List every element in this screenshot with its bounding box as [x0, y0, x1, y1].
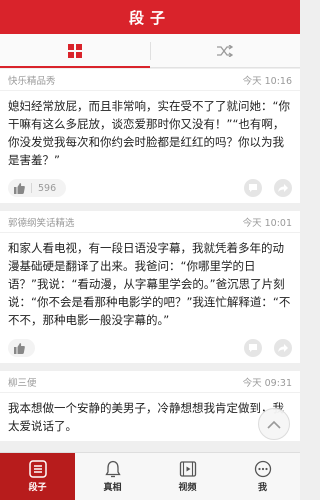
- bottom-nav: 段子 真相 视频 我: [0, 452, 300, 500]
- scroll-top-button[interactable]: [258, 408, 290, 440]
- list-icon: [28, 460, 47, 478]
- shuffle-icon: [217, 44, 233, 57]
- post-tools: [244, 179, 292, 197]
- post-tools: [244, 339, 292, 357]
- like-button[interactable]: 596: [8, 179, 67, 197]
- post-time: 今天 09:31: [242, 377, 292, 389]
- post-header: 柳三便 今天 09:31: [0, 371, 300, 393]
- post-author[interactable]: 柳三便: [8, 375, 37, 389]
- post-header: 快乐精品秀 今天 10:16: [0, 69, 300, 91]
- thumbs-up-icon: [14, 342, 25, 354]
- more-icon: [254, 460, 271, 478]
- nav-label: 段子: [28, 483, 47, 493]
- comment-button[interactable]: [244, 179, 262, 197]
- film-icon: [179, 461, 196, 477]
- post-card: 柳三便 今天 09:31 我本想做一个安静的美男子，冷静想想我肯定做到，我太爱说…: [0, 371, 300, 441]
- post-actions: 596: [0, 175, 300, 203]
- nav-item-jokes[interactable]: 段子: [0, 453, 75, 500]
- nav-label: 视频: [178, 483, 197, 493]
- like-button[interactable]: [8, 339, 35, 357]
- share-button[interactable]: [274, 179, 292, 197]
- view-tabs: [0, 34, 300, 68]
- chevron-up-icon: [267, 420, 281, 429]
- nav-label: 我: [257, 483, 267, 493]
- tab-grid[interactable]: [0, 34, 150, 68]
- post-text[interactable]: 媳妇经常放屁，而且非常响，实在受不了了就问她：“你干嘛有这么多屁放，谈恋爱那时你…: [0, 91, 300, 175]
- post-feed[interactable]: 快乐精品秀 今天 10:16 媳妇经常放屁，而且非常响，实在受不了了就问她：“你…: [0, 69, 300, 452]
- post-card: 快乐精品秀 今天 10:16 媳妇经常放屁，而且非常响，实在受不了了就问她：“你…: [0, 69, 300, 203]
- share-button[interactable]: [274, 339, 292, 357]
- post-author[interactable]: 郭德纲笑话精选: [8, 215, 75, 229]
- post-author[interactable]: 快乐精品秀: [8, 73, 56, 87]
- like-count: 596: [38, 182, 57, 194]
- comment-button[interactable]: [244, 339, 262, 357]
- like-separator: [31, 183, 32, 193]
- tab-shuffle[interactable]: [150, 34, 300, 67]
- post-header: 郭德纲笑话精选 今天 10:01: [0, 211, 300, 233]
- post-text[interactable]: 我本想做一个安静的美男子，冷静想想我肯定做到，我太爱说话了。: [0, 393, 300, 441]
- app-header: 段子: [0, 0, 300, 34]
- grid-icon: [68, 43, 82, 58]
- page-title: 段子: [128, 8, 171, 27]
- nav-item-me[interactable]: 我: [225, 453, 300, 500]
- nav-item-truth[interactable]: 真相: [75, 453, 150, 500]
- post-text[interactable]: 和家人看电视，有一段日语没字幕，我就凭着多年的动漫基础硬是翻译了出来。我爸问：“…: [0, 233, 300, 335]
- share-icon: [278, 184, 288, 192]
- bell-icon: [104, 460, 121, 478]
- post-time: 今天 10:16: [242, 75, 292, 87]
- post-actions: [0, 335, 300, 363]
- comment-icon: [249, 344, 257, 352]
- thumbs-up-icon: [14, 182, 25, 194]
- post-card: 郭德纲笑话精选 今天 10:01 和家人看电视，有一段日语没字幕，我就凭着多年的…: [0, 211, 300, 363]
- nav-item-video[interactable]: 视频: [150, 453, 225, 500]
- share-icon: [278, 344, 288, 352]
- comment-icon: [249, 184, 257, 192]
- post-time: 今天 10:01: [242, 217, 292, 229]
- nav-label: 真相: [103, 483, 122, 493]
